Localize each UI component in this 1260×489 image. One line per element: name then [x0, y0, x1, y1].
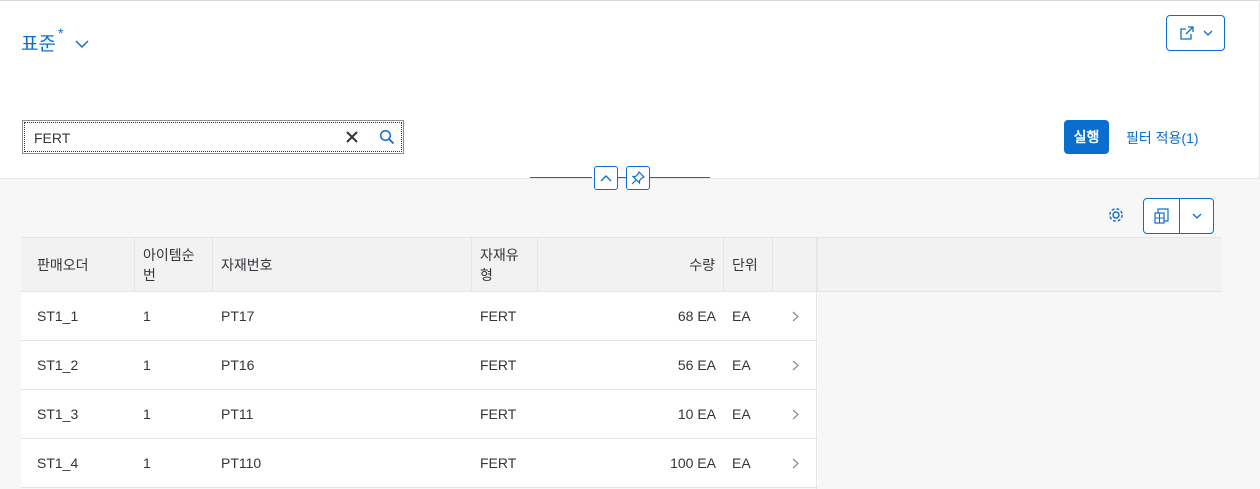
cell-material-type: FERT: [480, 406, 517, 422]
share-icon: [1179, 26, 1194, 40]
chevron-up-icon: [600, 175, 612, 182]
pin-icon: [631, 171, 645, 185]
row-navigation[interactable]: [773, 439, 818, 487]
variant-selector[interactable]: 표준 *: [21, 25, 89, 56]
export-button[interactable]: [1144, 199, 1180, 233]
chevron-right-icon: [792, 409, 799, 419]
column-header-navigation: [773, 238, 818, 291]
search-input[interactable]: FERT: [34, 130, 70, 146]
cell-material-type: FERT: [480, 308, 517, 324]
column-header-sales-order[interactable]: 판매오더: [21, 238, 135, 291]
variant-title: 표준: [21, 34, 56, 55]
table-header: 판매오더 아이템순번 자재번호 자재유형 수량 단위: [21, 237, 1222, 292]
column-header-unit[interactable]: 단위: [724, 238, 773, 291]
cell-quantity: 10 EA: [677, 406, 716, 422]
share-button[interactable]: [1166, 15, 1225, 51]
chevron-right-icon: [792, 458, 799, 468]
table-row[interactable]: ST1_1 1 PT17 FERT 68 EA EA: [21, 292, 818, 341]
column-header-material-no[interactable]: 자재번호: [213, 238, 472, 291]
cell-material-no: PT16: [221, 357, 255, 373]
chevron-down-icon: [1192, 213, 1201, 219]
go-button[interactable]: 실행: [1064, 120, 1109, 154]
chevron-down-icon[interactable]: [75, 39, 89, 49]
chevron-right-icon: [792, 311, 799, 321]
cell-item-no: 1: [143, 455, 151, 471]
cell-material-no: PT11: [221, 406, 254, 422]
search-field[interactable]: FERT: [22, 120, 404, 154]
cell-material-no: PT110: [221, 455, 262, 471]
pin-header-button[interactable]: [626, 166, 650, 190]
table-side-border: [816, 237, 817, 489]
table-header-filler: [818, 238, 1222, 291]
row-navigation[interactable]: [773, 390, 818, 438]
cell-sales-order: ST1_1: [37, 308, 79, 324]
cell-sales-order: ST1_3: [37, 406, 79, 422]
column-header-material-type[interactable]: 자재유형: [472, 238, 538, 291]
row-navigation[interactable]: [773, 341, 818, 389]
cell-quantity: 56 EA: [677, 357, 716, 373]
cell-material-type: FERT: [480, 357, 517, 373]
cell-unit: EA: [732, 406, 751, 422]
cell-item-no: 1: [143, 406, 151, 422]
export-button-group: [1143, 198, 1214, 234]
collapse-divider-mid: [618, 177, 626, 178]
cell-quantity: 100 EA: [670, 455, 716, 471]
cell-unit: EA: [732, 357, 751, 373]
row-navigation[interactable]: [773, 292, 818, 340]
results-table: 판매오더 아이템순번 자재번호 자재유형 수량 단위 ST1_1 1 PT17 …: [21, 237, 1222, 488]
cell-unit: EA: [732, 455, 751, 471]
table-row[interactable]: ST1_4 1 PT110 FERT 100 EA EA: [21, 439, 818, 488]
cell-sales-order: ST1_4: [37, 455, 79, 471]
chevron-down-icon: [1203, 30, 1212, 36]
export-menu-button[interactable]: [1180, 199, 1213, 233]
table-row[interactable]: ST1_3 1 PT11 FERT 10 EA EA: [21, 390, 818, 439]
collapse-header-button[interactable]: [594, 166, 618, 190]
cell-material-no: PT17: [221, 308, 255, 324]
column-header-item-no[interactable]: 아이템순번: [135, 238, 213, 291]
variant-modified-marker: *: [57, 25, 64, 41]
collapse-divider-left: [530, 177, 592, 178]
search-icon[interactable]: [379, 129, 395, 145]
cell-item-no: 1: [143, 357, 151, 373]
cell-material-type: FERT: [480, 455, 517, 471]
close-icon[interactable]: [345, 130, 359, 144]
cell-quantity: 68 EA: [677, 308, 716, 324]
cell-item-no: 1: [143, 308, 151, 324]
table-row[interactable]: ST1_2 1 PT16 FERT 56 EA EA: [21, 341, 818, 390]
column-header-quantity[interactable]: 수량: [538, 238, 724, 291]
spreadsheet-icon: [1153, 208, 1169, 224]
cell-unit: EA: [732, 308, 751, 324]
cell-sales-order: ST1_2: [37, 357, 79, 373]
adapt-filters-button[interactable]: 필터 적용(1): [1126, 128, 1199, 148]
collapse-divider-right: [650, 177, 710, 178]
chevron-right-icon: [792, 360, 799, 370]
gear-icon[interactable]: [1106, 205, 1126, 225]
